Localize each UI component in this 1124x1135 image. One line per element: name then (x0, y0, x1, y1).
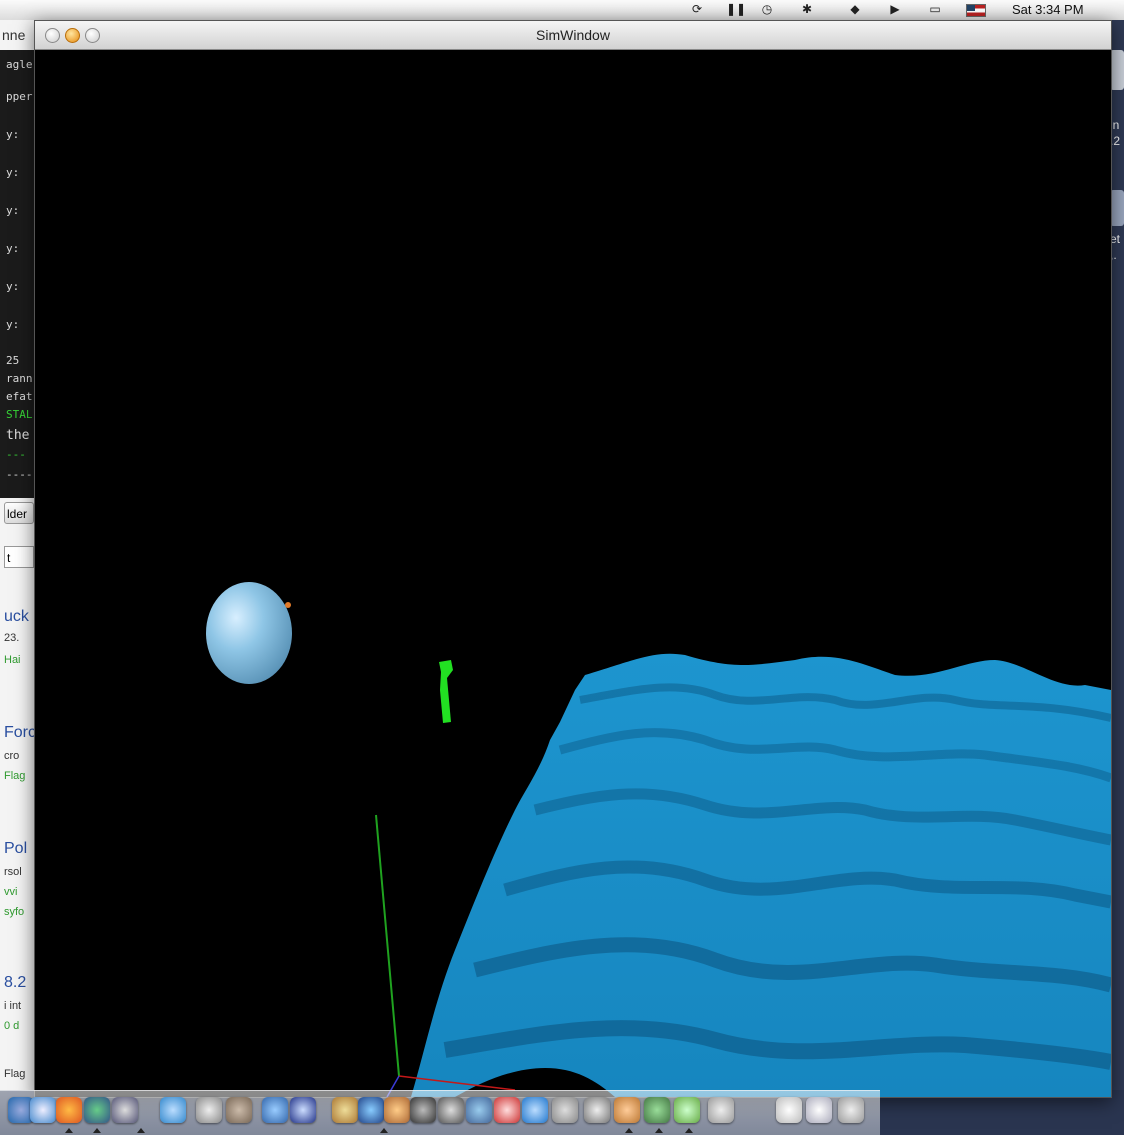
menubar-clock[interactable]: Sat 3:34 PM (1012, 2, 1084, 17)
console-line: y: (6, 318, 20, 331)
address-book-icon[interactable] (112, 1097, 138, 1123)
list-item: Hai (4, 654, 21, 666)
console-line: y: (6, 204, 20, 217)
ball-object (206, 582, 292, 684)
wifi-icon[interactable]: ◆ (848, 2, 862, 16)
spotlight-icon[interactable] (708, 1097, 734, 1123)
running-indicator (93, 1128, 101, 1133)
itunes-icon[interactable] (290, 1097, 316, 1123)
toolbar-button[interactable] (1110, 50, 1124, 90)
running-indicator (380, 1128, 388, 1133)
sync-icon[interactable]: ⟳ (690, 2, 704, 16)
bluetooth-icon[interactable]: ✱ (800, 2, 814, 16)
list-item: Flag (4, 770, 26, 782)
console-line: the (6, 428, 30, 443)
list-item: i int (4, 1000, 22, 1012)
simulation-viewport[interactable] (35, 50, 1111, 1097)
trash-icon[interactable] (838, 1097, 864, 1123)
running-indicator (655, 1128, 663, 1133)
mail-icon[interactable] (226, 1097, 252, 1123)
console-line: pper (6, 90, 33, 103)
console-line: y: (6, 242, 20, 255)
list-item[interactable]: 8.2 (4, 974, 26, 992)
console-panel: agle pper y: y: y: y: y: y: 25 rann efat… (0, 50, 36, 498)
iphoto-icon[interactable] (384, 1097, 410, 1123)
list-item: cro (4, 750, 20, 762)
dictionary-icon[interactable] (332, 1097, 358, 1123)
battery-icon[interactable]: ▭ (928, 2, 942, 16)
activity-icon[interactable] (552, 1097, 578, 1123)
network-utility-icon[interactable] (358, 1097, 384, 1123)
running-indicator (137, 1128, 145, 1133)
graphics-icon[interactable] (644, 1097, 670, 1123)
network-icon[interactable] (84, 1097, 110, 1123)
list-item: vvi (4, 886, 18, 898)
menu-bar: ⟳ ❚❚ ◷ ✱ ◆ ▶ ▭ Sat 3:34 PM (0, 0, 1124, 21)
flag-icon[interactable] (966, 4, 986, 17)
console-line: 25 (6, 354, 20, 367)
y-axis-line (375, 814, 400, 1077)
background-app-window[interactable]: nne agle pper y: y: y: y: y: y: 25 rann … (0, 20, 37, 1090)
console-line: agle (6, 58, 33, 71)
console-line: y: (6, 128, 20, 141)
background-app-title: nne (2, 27, 26, 43)
volume-icon[interactable]: ▶ (888, 2, 902, 16)
console-line: --- (6, 448, 26, 461)
window-title: SimWindow (536, 27, 610, 43)
list-item: 23. (4, 632, 20, 644)
firefox-icon[interactable] (56, 1097, 82, 1123)
list-item: rsol (4, 866, 22, 878)
clock-icon[interactable]: ◷ (760, 2, 774, 16)
list-item: Flag (4, 1068, 26, 1080)
console-line: rann (6, 372, 33, 385)
quicktime-icon[interactable] (494, 1097, 520, 1123)
preview-icon[interactable] (522, 1097, 548, 1123)
pause-icon[interactable]: ❚❚ (726, 2, 746, 16)
terminal-icon[interactable] (584, 1097, 610, 1123)
xcode-icon[interactable] (262, 1097, 288, 1123)
console-line: y: (6, 280, 20, 293)
console-line: efat (6, 390, 33, 403)
list-item[interactable]: Pol (4, 840, 27, 858)
console-line: y: (6, 166, 20, 179)
safari-icon[interactable] (30, 1097, 56, 1123)
list-item[interactable]: Forc (4, 724, 36, 742)
ical-icon[interactable] (466, 1097, 492, 1123)
folder-button[interactable]: lder (4, 502, 34, 524)
window-title-bar[interactable]: SimWindow (35, 21, 1111, 50)
vnc-icon[interactable] (614, 1097, 640, 1123)
scene-canvas[interactable] (35, 50, 1111, 1097)
toolbar-button[interactable] (1110, 190, 1124, 226)
running-indicator (685, 1128, 693, 1133)
dock (0, 1090, 880, 1135)
text-field[interactable]: t (4, 546, 34, 568)
console-line: ----- (6, 468, 37, 481)
documents-icon[interactable] (776, 1097, 802, 1123)
sim-window[interactable]: SimWindow (34, 20, 1112, 1098)
list-item: 0 d (4, 1020, 20, 1032)
idvd-icon[interactable] (438, 1097, 464, 1123)
list-item[interactable]: uck (4, 608, 29, 626)
downloads-icon[interactable] (806, 1097, 832, 1123)
ball-marker (285, 602, 291, 608)
ichat-icon[interactable] (160, 1097, 186, 1123)
activity-monitor-icon[interactable] (674, 1097, 700, 1123)
script-editor-icon[interactable] (196, 1097, 222, 1123)
green-marker (439, 660, 453, 723)
list-item: syfo (4, 906, 25, 918)
console-line: STAL (6, 408, 33, 421)
imovie-icon[interactable] (410, 1097, 436, 1123)
running-indicator (65, 1128, 73, 1133)
running-indicator (625, 1128, 633, 1133)
